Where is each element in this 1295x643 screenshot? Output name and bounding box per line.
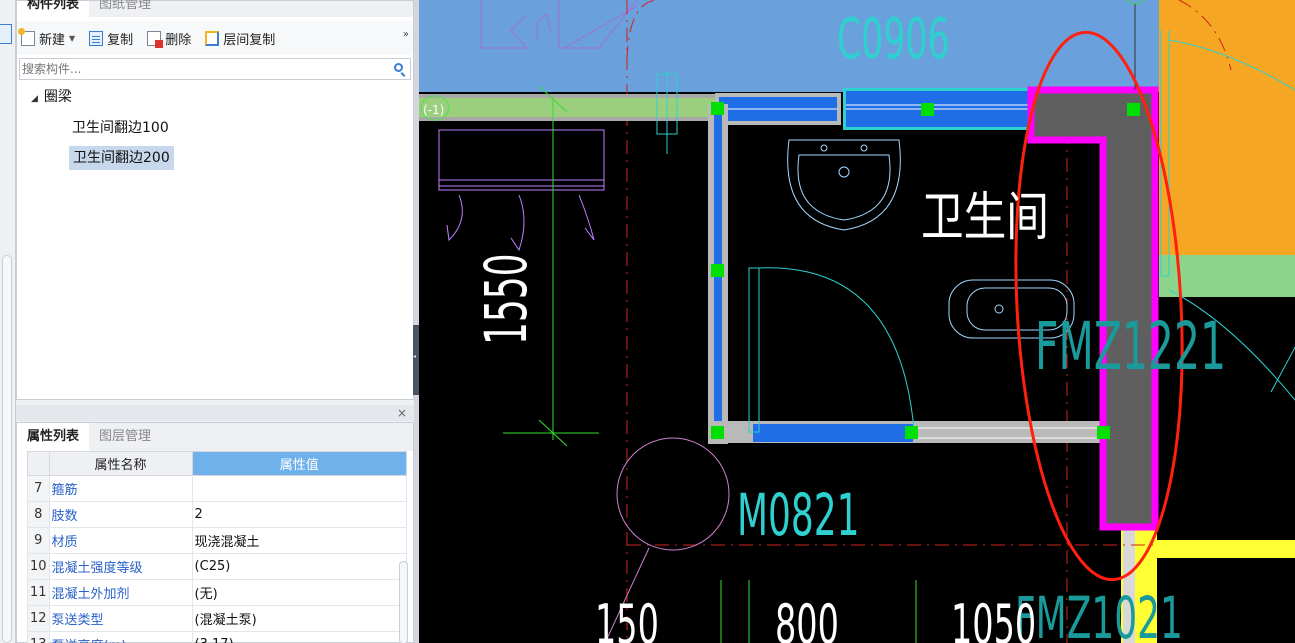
row-number: 9 (27, 527, 50, 554)
property-name: 肢数 (48, 501, 193, 528)
row-number-header (27, 451, 50, 476)
property-panel-tabs: 属性列表 图层管理 (17, 423, 413, 451)
property-name: 混凝土强度等级 (48, 553, 193, 580)
new-label: 新建 (39, 32, 66, 48)
property-value[interactable]: (混凝土泵) (191, 605, 408, 632)
property-name: 箍筋 (48, 475, 193, 502)
table-row[interactable]: 12 泵送类型 (混凝土泵) (27, 605, 408, 632)
yellow-strip (1155, 540, 1295, 558)
property-scrollbar[interactable] (399, 561, 408, 643)
tab-component-list[interactable]: 构件列表 (17, 0, 90, 17)
table-row[interactable]: 9 材质 现浇混凝土 (27, 527, 408, 554)
table-row[interactable]: 7 箍筋 (27, 475, 408, 502)
copy-icon (89, 30, 104, 46)
delete-button[interactable]: 删除 (147, 29, 191, 48)
tab-drawing-management[interactable]: 图纸管理 (89, 0, 161, 17)
window-label: C0906 (837, 7, 950, 72)
tab-layer-management[interactable]: 图层管理 (89, 423, 161, 451)
row-number: 8 (27, 501, 50, 528)
component-panel-tabs: 构件列表 图纸管理 (17, 0, 413, 17)
table-row[interactable]: 10 混凝土强度等级 (C25) (27, 553, 408, 580)
new-icon (18, 27, 35, 46)
tab-property-list[interactable]: 属性列表 (17, 423, 90, 451)
property-value[interactable]: 2 (191, 501, 408, 528)
orange-region (1159, 0, 1295, 260)
property-value[interactable] (191, 475, 408, 502)
delete-icon (147, 30, 164, 48)
property-value-header: 属性值 (191, 451, 408, 476)
table-row[interactable]: 11 混凝土外加剂 (无) (27, 579, 408, 606)
dropdown-arrow-icon[interactable]: ▼ (69, 34, 75, 43)
door-label: M0821 (737, 481, 860, 549)
floor-copy-label: 层间复制 (223, 32, 276, 48)
property-value[interactable]: (3.17) (191, 631, 408, 643)
component-toolbar: 新建 ▼ 复制 删除 层间复制 » (17, 21, 413, 55)
room-label: 卫生间 (921, 188, 1049, 248)
collapse-caret-icon[interactable]: ◢ (31, 94, 38, 104)
tree-item-selected[interactable]: 卫生间翻边200 (69, 146, 174, 170)
row-number: 13 (27, 631, 50, 643)
search-box (19, 58, 411, 80)
row-number: 12 (27, 605, 50, 632)
property-table: 属性名称 属性值 7 箍筋 8 肢数 2 9 材质 现浇混凝土 10 混凝土强度等级 (C25… (27, 451, 408, 643)
dimension-800-label: 800 (775, 593, 839, 643)
blue-region (419, 0, 1159, 92)
copy-label: 复制 (107, 32, 134, 48)
row-number: 7 (27, 475, 50, 502)
property-name: 泵送类型 (48, 605, 193, 632)
dimension-150-label: 150 (595, 593, 659, 643)
table-row[interactable]: 13泵送高度(m)(3.17) (27, 631, 408, 643)
floor-copy-icon (205, 30, 220, 46)
property-name: 混凝土外加剂 (48, 579, 193, 606)
green-beam-band (419, 96, 719, 118)
close-icon[interactable]: × (397, 405, 407, 421)
dimension-1050-label: 1050 (951, 593, 1037, 643)
more-tools-icon[interactable]: » (403, 29, 409, 40)
property-table-header: 属性名称 属性值 (27, 451, 408, 476)
panel-close-strip: × (16, 405, 414, 421)
search-icon[interactable] (394, 63, 403, 72)
door-right-label: FMZ1221 (1035, 308, 1227, 385)
panel-toggle-icon[interactable] (0, 24, 12, 44)
property-value[interactable]: (C25) (191, 553, 408, 580)
new-button[interactable]: 新建 ▼ (18, 27, 75, 48)
property-name: 材质 (48, 527, 193, 554)
property-value[interactable]: 现浇混凝土 (191, 527, 408, 554)
search-input[interactable] (20, 59, 380, 79)
component-list-panel: 构件列表 图纸管理 新建 ▼ 复制 删除 层间复制 » 搜索构件... ◢ 圈梁… (16, 0, 414, 400)
property-name-header: 属性名称 (48, 451, 193, 476)
property-value[interactable]: (无) (191, 579, 408, 606)
tree-root-label: 圈梁 (43, 89, 72, 105)
property-name: 泵送高度(m) (48, 631, 193, 643)
row-number: 10 (27, 553, 50, 580)
door-bottom-label: FMZ1021 (1015, 584, 1183, 643)
floor-copy-button[interactable]: 层间复制 (205, 29, 275, 48)
row-number: 11 (27, 579, 50, 606)
delete-label: 删除 (165, 32, 192, 48)
axis-marker-text: (-1) (423, 103, 444, 117)
drawing-canvas[interactable]: (-1) C0906 卫生间 1550 M0821 FMZ1221 FMZ102… (419, 0, 1295, 643)
property-panel: 属性列表 图层管理 属性名称 属性值 7 箍筋 8 肢数 2 9 材质 现浇混凝土 10 混… (16, 422, 414, 643)
left-panel: 构件列表 图纸管理 新建 ▼ 复制 删除 层间复制 » 搜索构件... ◢ 圈梁… (0, 0, 418, 643)
table-row[interactable]: 8 肢数 2 (27, 501, 408, 528)
dimension-vertical-label: 1550 (472, 253, 540, 345)
copy-button[interactable]: 复制 (89, 29, 133, 48)
strip-scrollbar[interactable] (2, 255, 12, 643)
left-side-strip (0, 0, 16, 643)
tree-node-ring-beam[interactable]: ◢ 圈梁 (31, 85, 72, 109)
tree-item[interactable]: 卫生间翻边100 (72, 116, 169, 140)
